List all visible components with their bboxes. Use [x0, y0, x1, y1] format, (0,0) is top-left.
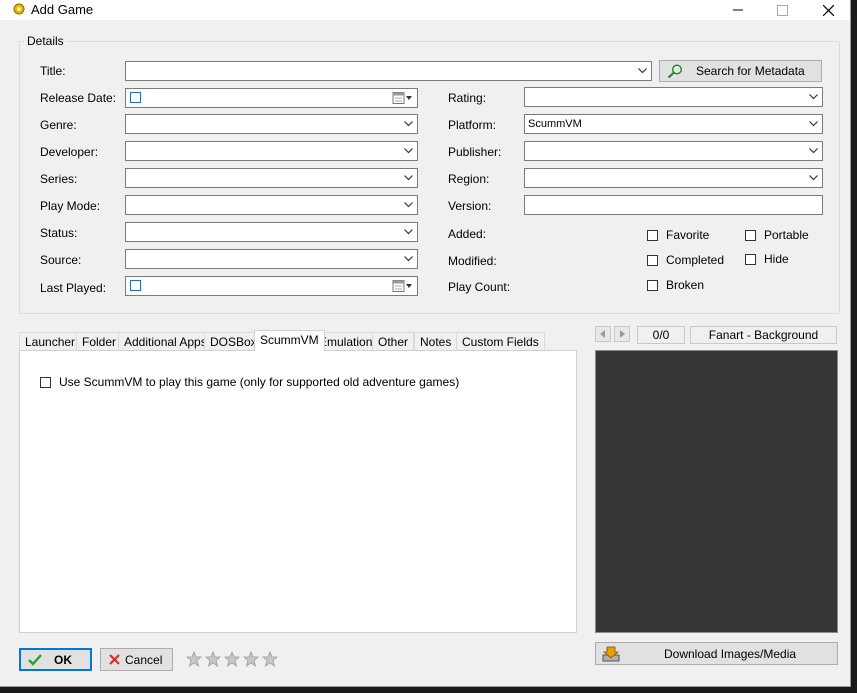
chevron-down-icon — [809, 175, 818, 181]
publisher-label: Publisher: — [448, 145, 502, 159]
x-icon — [109, 654, 120, 665]
tab-scummvm[interactable]: ScummVM — [254, 330, 325, 351]
play-count-label: Play Count: — [448, 280, 511, 294]
previous-image-button[interactable] — [595, 326, 611, 342]
hide-checkbox[interactable]: Hide — [745, 252, 789, 266]
last-played-picker[interactable] — [125, 276, 418, 296]
last-played-label: Last Played: — [40, 281, 107, 295]
chevron-down-icon — [809, 121, 818, 127]
ok-button[interactable]: OK — [19, 648, 92, 671]
rating-label: Rating: — [448, 91, 487, 105]
tab-launcher[interactable]: Launcher — [19, 332, 82, 351]
maximize-button[interactable] — [760, 0, 804, 20]
publisher-combobox[interactable] — [524, 141, 823, 161]
close-icon — [822, 4, 834, 16]
download-icon — [602, 646, 620, 662]
star-icon[interactable] — [243, 651, 259, 667]
genre-combobox[interactable] — [125, 114, 418, 134]
platform-combobox[interactable]: ScummVM — [524, 114, 823, 134]
download-media-label: Download Images/Media — [664, 647, 797, 661]
window-title: Add Game — [31, 2, 94, 17]
search-metadata-button[interactable]: Search for Metadata — [659, 60, 822, 82]
chevron-down-icon — [404, 202, 413, 208]
broken-checkbox[interactable]: Broken — [647, 278, 704, 292]
tab-additional-apps[interactable]: Additional Apps — [118, 332, 213, 351]
minimize-icon — [733, 9, 743, 11]
tab-custom-fields[interactable]: Custom Fields — [456, 332, 545, 351]
status-label: Status: — [40, 226, 78, 240]
rating-combobox[interactable] — [524, 87, 823, 107]
cancel-label: Cancel — [125, 653, 163, 667]
star-icon[interactable] — [262, 651, 278, 667]
chevron-down-icon — [404, 148, 413, 154]
image-preview[interactable] — [595, 350, 838, 633]
release-date-checkbox[interactable] — [130, 92, 141, 103]
modified-label: Modified: — [448, 254, 497, 268]
developer-label: Developer: — [40, 145, 99, 159]
genre-label: Genre: — [40, 118, 77, 132]
version-field[interactable] — [524, 195, 823, 215]
play-mode-combobox[interactable] — [125, 195, 418, 215]
completed-checkbox[interactable]: Completed — [647, 253, 724, 267]
portable-checkbox[interactable]: Portable — [745, 228, 809, 242]
series-combobox[interactable] — [125, 168, 418, 188]
search-icon — [667, 64, 683, 79]
chevron-down-icon — [809, 148, 818, 154]
developer-combobox[interactable] — [125, 141, 418, 161]
title-label: Title: — [40, 64, 66, 78]
region-label: Region: — [448, 172, 490, 186]
platform-label: Platform: — [448, 118, 497, 132]
ok-label: OK — [54, 653, 72, 667]
play-mode-label: Play Mode: — [40, 199, 101, 213]
release-date-picker[interactable] — [125, 88, 418, 108]
tab-folder[interactable]: Folder — [76, 332, 123, 351]
calendar-icon — [392, 92, 412, 104]
version-label: Version: — [448, 199, 492, 213]
source-label: Source: — [40, 253, 82, 267]
details-legend: Details — [24, 34, 67, 48]
release-date-label: Release Date: — [40, 91, 117, 105]
tab-other[interactable]: Other — [372, 332, 415, 351]
star-rating[interactable] — [186, 651, 281, 667]
region-combobox[interactable] — [524, 168, 823, 188]
close-button[interactable] — [806, 0, 850, 20]
app-icon — [13, 3, 25, 15]
source-combobox[interactable] — [125, 249, 418, 269]
star-icon[interactable] — [205, 651, 221, 667]
last-played-checkbox[interactable] — [130, 280, 141, 291]
next-image-button[interactable] — [614, 326, 630, 342]
title-bar[interactable]: Add Game — [0, 0, 850, 20]
status-combobox[interactable] — [125, 222, 418, 242]
cancel-button[interactable]: Cancel — [100, 648, 173, 671]
chevron-down-icon — [809, 94, 818, 100]
tab-notes[interactable]: Notes — [414, 332, 458, 351]
series-label: Series: — [40, 172, 78, 186]
chevron-down-icon — [404, 229, 413, 235]
minimize-button[interactable] — [716, 0, 760, 20]
download-media-button[interactable]: Download Images/Media — [595, 642, 838, 665]
chevron-down-icon — [404, 256, 413, 262]
use-scummvm-checkbox[interactable]: Use ScummVM to play this game (only for … — [40, 375, 459, 389]
chevron-right-icon — [620, 330, 625, 338]
favorite-checkbox[interactable]: Favorite — [647, 228, 709, 242]
star-icon[interactable] — [224, 651, 240, 667]
checkmark-icon — [28, 654, 42, 666]
image-counter: 0/0 — [637, 326, 685, 344]
chevron-down-icon — [404, 175, 413, 181]
chevron-left-icon — [600, 330, 605, 338]
star-icon[interactable] — [186, 651, 202, 667]
chevron-down-icon — [404, 121, 413, 127]
image-type-selector[interactable]: Fanart - Background — [690, 326, 837, 344]
add-game-window: Add Game Details Title: Search for Metad… — [0, 0, 851, 687]
maximize-icon — [776, 4, 788, 16]
chevron-down-icon — [638, 68, 647, 74]
calendar-icon — [392, 280, 412, 292]
use-scummvm-label: Use ScummVM to play this game (only for … — [59, 375, 460, 389]
added-label: Added: — [448, 227, 487, 241]
title-combobox[interactable] — [125, 61, 652, 81]
scummvm-tab-panel: Use ScummVM to play this game (only for … — [19, 350, 577, 633]
search-metadata-label: Search for Metadata — [696, 64, 805, 78]
